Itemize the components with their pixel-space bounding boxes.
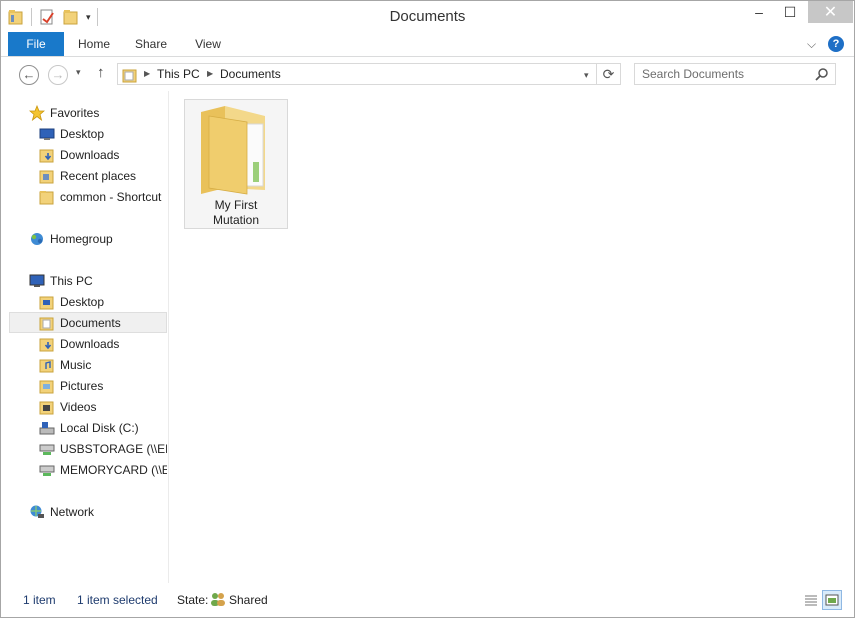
nav-homegroup-label: Homegroup <box>50 232 113 246</box>
nav-pc-videos-label: Videos <box>60 400 97 414</box>
folder-name-line-2: Mutation <box>212 213 260 227</box>
nav-pc-local-disk[interactable]: Local Disk (C:) <box>9 417 167 438</box>
nav-fav-downloads[interactable]: Downloads <box>9 144 167 165</box>
breadcrumb-separator-icon[interactable]: ▶ <box>207 69 213 78</box>
nav-fav-recent-places-label: Recent places <box>60 169 137 183</box>
shared-users-icon <box>209 591 227 610</box>
nav-this-pc[interactable]: This PC <box>9 270 167 291</box>
folder-icon <box>122 67 138 86</box>
folder-icon <box>39 189 55 205</box>
up-button[interactable]: ↑ <box>97 64 105 81</box>
nav-pc-desktop[interactable]: Desktop <box>9 291 167 312</box>
recent-places-icon <box>39 168 55 184</box>
forward-button[interactable]: → <box>48 65 68 85</box>
minimize-button[interactable]: – <box>745 1 773 23</box>
help-icon[interactable]: ? <box>828 36 844 52</box>
search-icon[interactable] <box>815 67 829 84</box>
window-title: Documents <box>389 8 466 25</box>
search-box[interactable] <box>634 63 836 85</box>
item-count: 1 item <box>23 593 56 607</box>
refresh-button[interactable]: ⟳ <box>597 63 621 85</box>
nav-homegroup[interactable]: Homegroup <box>9 228 167 249</box>
nav-pc-music[interactable]: Music <box>9 354 167 375</box>
navigation-pane: Favorites Desktop Downloads Recent place… <box>1 91 167 583</box>
nav-pc-desktop-label: Desktop <box>60 295 105 309</box>
expand-ribbon-chevron-icon[interactable]: ⌵ <box>807 37 816 52</box>
breadcrumb-separator-icon[interactable]: ▶ <box>144 69 150 78</box>
network-drive-icon <box>39 441 55 457</box>
tab-share[interactable]: Share <box>123 32 179 56</box>
selected-count: 1 item selected <box>77 593 158 607</box>
search-input[interactable] <box>635 64 813 84</box>
nav-this-pc-label: This PC <box>50 274 93 288</box>
nav-network[interactable]: Network <box>9 501 167 522</box>
hard-disk-icon <box>39 420 55 436</box>
file-list-pane: My First Mutation <box>169 91 854 583</box>
nav-pc-documents-label: Documents <box>60 316 121 330</box>
status-bar: 1 item 1 item selected State: Shared <box>1 585 854 615</box>
address-bar[interactable]: ▶ This PC ▶ Documents ▾ <box>117 63 597 85</box>
address-history-chevron-icon[interactable]: ▾ <box>584 70 589 81</box>
folder-item-label: My First Mutation <box>185 198 287 228</box>
back-button[interactable]: ← <box>19 65 39 85</box>
nav-pc-downloads-label: Downloads <box>60 337 120 351</box>
title-bar: ▾ Documents – ☐ ✕ <box>1 1 854 32</box>
nav-pc-memorycard[interactable]: MEMORYCARD (\\EI <box>9 459 167 480</box>
close-button[interactable]: ✕ <box>808 1 853 23</box>
homegroup-icon <box>29 231 45 247</box>
downloads-folder-icon <box>39 336 55 352</box>
nav-fav-downloads-label: Downloads <box>60 148 120 162</box>
desktop-icon <box>39 126 55 142</box>
nav-pc-pictures[interactable]: Pictures <box>9 375 167 396</box>
state-label: State: <box>177 593 209 607</box>
network-drive-icon <box>39 462 55 478</box>
tab-home[interactable]: Home <box>67 32 121 56</box>
nav-pc-music-label: Music <box>60 358 92 372</box>
computer-icon <box>29 273 45 289</box>
nav-pc-local-disk-label: Local Disk (C:) <box>60 421 139 435</box>
ribbon-tabs: File Home Share View ⌵ ? <box>1 32 854 57</box>
videos-folder-icon <box>39 399 55 415</box>
nav-pc-memorycard-label: MEMORYCARD (\\EI <box>60 463 167 477</box>
nav-pc-usbstorage[interactable]: USBSTORAGE (\\EPS <box>9 438 167 459</box>
network-icon <box>29 504 45 520</box>
details-view-icon[interactable] <box>801 590 821 610</box>
large-icons-view-icon[interactable] <box>822 590 842 610</box>
explorer-window: ▾ Documents – ☐ ✕ File Home Share View ⌵… <box>0 0 855 618</box>
recent-locations-chevron-icon[interactable]: ▾ <box>76 67 81 78</box>
tab-file[interactable]: File <box>8 32 64 56</box>
nav-pc-usbstorage-label: USBSTORAGE (\\EPS <box>60 442 167 456</box>
documents-folder-icon <box>39 315 55 331</box>
folder-item[interactable]: My First Mutation <box>184 99 288 229</box>
nav-fav-desktop[interactable]: Desktop <box>9 123 167 144</box>
nav-network-label: Network <box>50 505 95 519</box>
star-icon <box>28 104 46 122</box>
nav-pc-downloads[interactable]: Downloads <box>9 333 167 354</box>
breadcrumb-documents[interactable]: Documents <box>220 67 281 81</box>
nav-fav-common-shortcut[interactable]: common - Shortcut <box>9 186 167 207</box>
nav-pc-documents[interactable]: Documents <box>9 312 167 333</box>
tab-view[interactable]: View <box>181 32 235 56</box>
desktop-folder-icon <box>39 294 55 310</box>
nav-fav-desktop-label: Desktop <box>60 127 105 141</box>
breadcrumb-this-pc[interactable]: This PC <box>157 67 200 81</box>
state-value: Shared <box>229 593 268 607</box>
folder-name-line-1: My First <box>214 198 258 212</box>
downloads-folder-icon <box>39 147 55 163</box>
pictures-folder-icon <box>39 378 55 394</box>
nav-favorites[interactable]: Favorites <box>9 102 167 123</box>
nav-fav-recent-places[interactable]: Recent places <box>9 165 167 186</box>
music-folder-icon <box>39 357 55 373</box>
nav-favorites-label: Favorites <box>50 106 100 120</box>
nav-pc-pictures-label: Pictures <box>60 379 104 393</box>
nav-fav-common-shortcut-label: common - Shortcut <box>60 190 162 204</box>
maximize-button[interactable]: ☐ <box>776 1 804 23</box>
address-toolbar: ← → ▾ ↑ ▶ This PC ▶ Documents ▾ ⟳ <box>1 57 854 91</box>
large-folder-icon <box>195 102 277 201</box>
nav-pc-videos[interactable]: Videos <box>9 396 167 417</box>
